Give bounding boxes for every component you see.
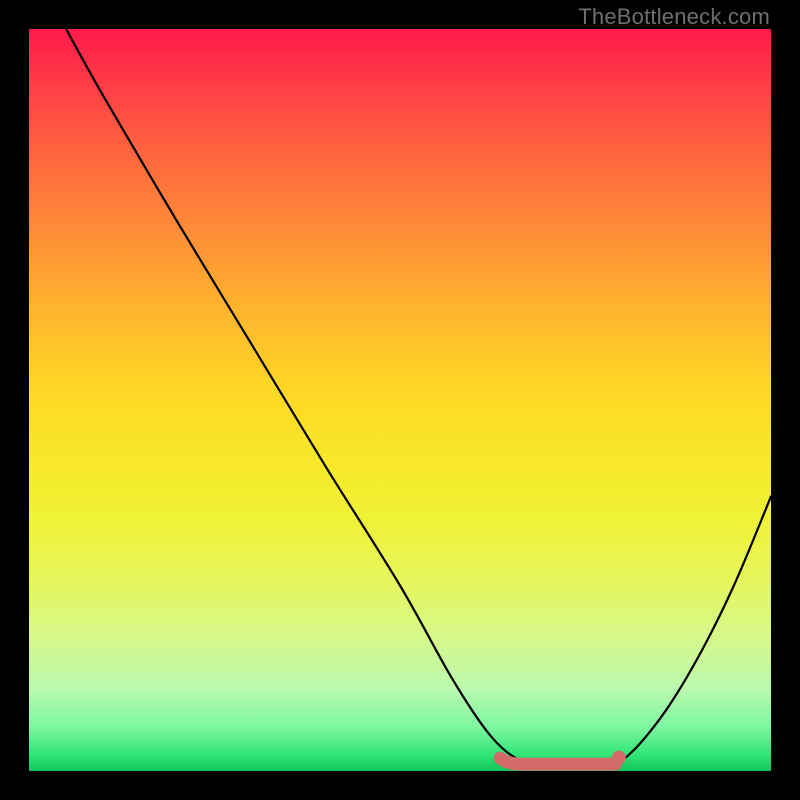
bottleneck-curve [66, 29, 771, 768]
chart-frame: TheBottleneck.com [0, 0, 800, 800]
chart-overlay-svg [29, 29, 771, 771]
sweet-spot-end-dot [612, 751, 626, 765]
watermark-text: TheBottleneck.com [578, 4, 770, 30]
sweet-spot-bar [500, 758, 615, 764]
